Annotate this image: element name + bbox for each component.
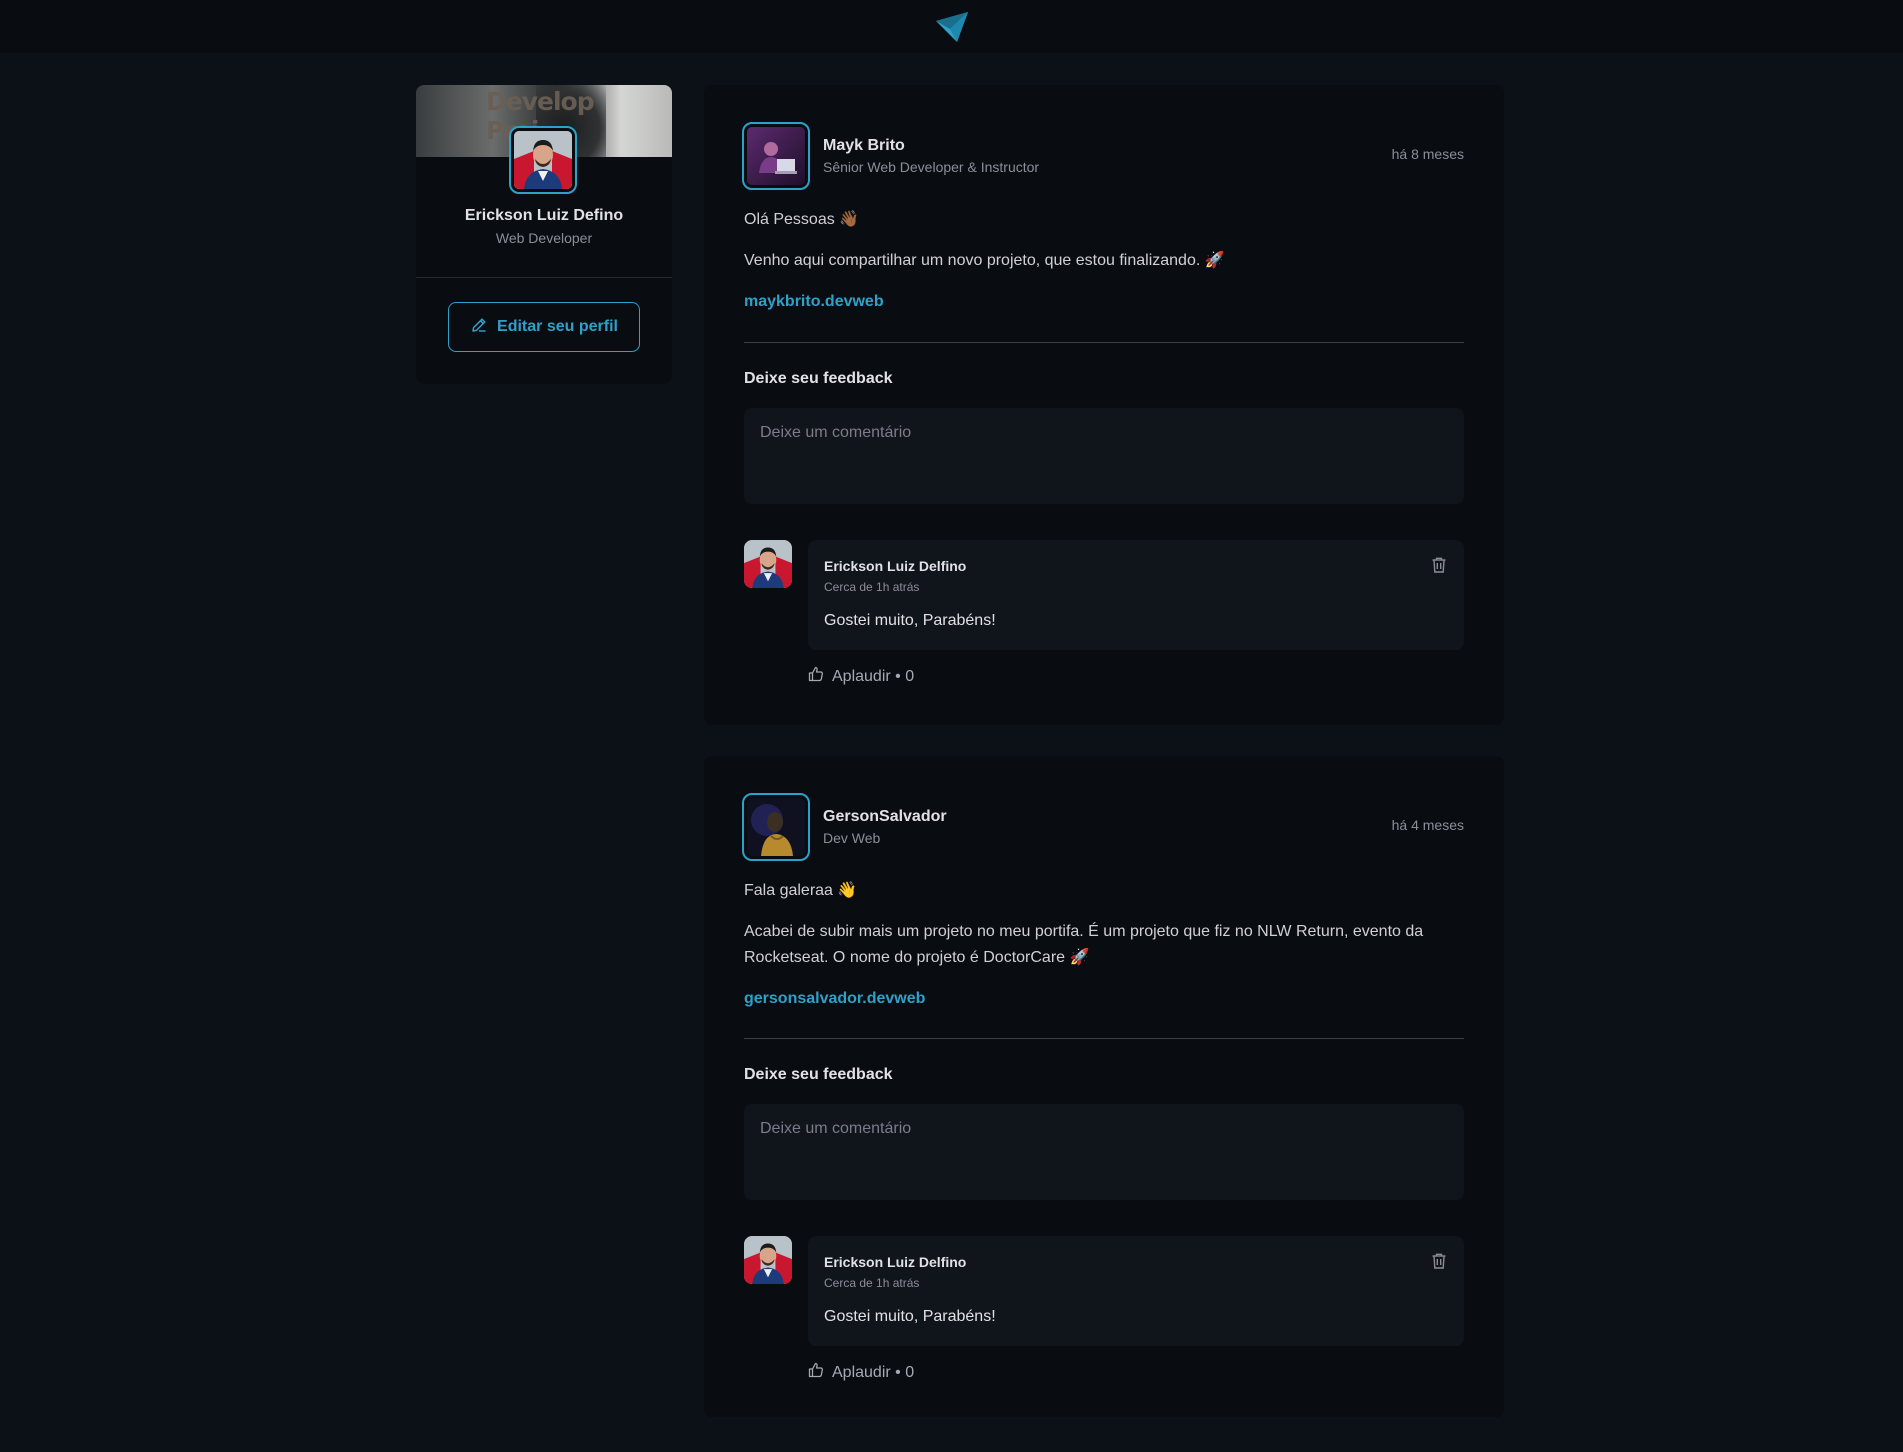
comment-time: Cerca de 1h atrás <box>824 580 920 594</box>
post-author: GersonSalvador Dev Web <box>742 793 947 861</box>
comment-box: Erickson Luiz Delfino Cerca de 1h atrás … <box>808 1236 1464 1346</box>
applaud-label: Aplaudir • 0 <box>832 1363 915 1381</box>
post-divider <box>744 342 1464 343</box>
author-name: GersonSalvador <box>823 808 947 825</box>
applaud-button[interactable]: Aplaudir • 0 <box>808 1362 914 1383</box>
profile-sidebar: Develop Proj Erickson Luiz Defino Web De… <box>416 85 672 384</box>
profile-name: Erickson Luiz Defino <box>464 207 624 224</box>
post-author: Mayk Brito Sênior Web Developer & Instru… <box>742 122 1040 190</box>
divider <box>416 277 672 278</box>
feedback-title: Deixe seu feedback <box>744 370 893 387</box>
comment-text: Gostei muito, Parabéns! <box>824 1308 996 1325</box>
post-content: Fala galeraa 👋 Acabei de subir mais um p… <box>744 878 1464 1027</box>
comment-text: Gostei muito, Parabéns! <box>824 612 996 629</box>
post-divider <box>744 1038 1464 1039</box>
post-time: há 4 meses <box>1391 817 1464 833</box>
comment-avatar[interactable] <box>744 540 792 588</box>
comment-input[interactable] <box>744 408 1464 504</box>
applaud-button[interactable]: Aplaudir • 0 <box>808 666 914 687</box>
post: GersonSalvador Dev Web há 4 meses Fala g… <box>704 756 1504 1417</box>
applaud-label: Aplaudir • 0 <box>832 667 915 685</box>
comment-time: Cerca de 1h atrás <box>824 1276 920 1290</box>
post-time: há 8 meses <box>1391 146 1464 162</box>
trash-icon[interactable] <box>1430 1252 1448 1275</box>
comment-author: Erickson Luiz Delfino <box>824 1254 967 1270</box>
author-role: Sênior Web Developer & Instructor <box>823 159 1040 175</box>
post-paragraph: Venho aqui compartilhar um novo projeto,… <box>744 252 1225 269</box>
thumbs-up-icon <box>808 666 824 687</box>
author-name: Mayk Brito <box>823 137 905 154</box>
thumbs-up-icon <box>808 1362 824 1383</box>
paper-plane-logo-icon <box>935 11 969 43</box>
post-paragraph: Acabei de subir mais um projeto no meu p… <box>744 923 1424 966</box>
comment-author: Erickson Luiz Delfino <box>824 558 967 574</box>
comment-box: Erickson Luiz Delfino Cerca de 1h atrás … <box>808 540 1464 650</box>
edit-profile-button[interactable]: Editar seu perfil <box>448 302 640 352</box>
trash-icon[interactable] <box>1430 556 1448 579</box>
author-role: Dev Web <box>823 830 881 846</box>
author-avatar[interactable] <box>742 122 810 190</box>
author-avatar[interactable] <box>742 793 810 861</box>
comment-input[interactable] <box>744 1104 1464 1200</box>
profile-avatar <box>509 126 577 194</box>
post-link[interactable]: gersonsalvador.devweb <box>744 990 925 1007</box>
profile-role: Web Developer <box>495 230 593 246</box>
post-content: Olá Pessoas 👋🏾 Venho aqui compartilhar u… <box>744 207 1464 330</box>
pencil-icon <box>470 316 488 339</box>
post-paragraph: Fala galeraa 👋 <box>744 882 858 899</box>
post-link[interactable]: maykbrito.devweb <box>744 293 884 310</box>
feedback-title: Deixe seu feedback <box>744 1066 893 1083</box>
top-header <box>0 0 1903 53</box>
post-paragraph: Olá Pessoas 👋🏾 <box>744 211 860 228</box>
comment-avatar[interactable] <box>744 1236 792 1284</box>
edit-profile-label: Editar seu perfil <box>497 318 618 335</box>
post: Mayk Brito Sênior Web Developer & Instru… <box>704 85 1504 725</box>
